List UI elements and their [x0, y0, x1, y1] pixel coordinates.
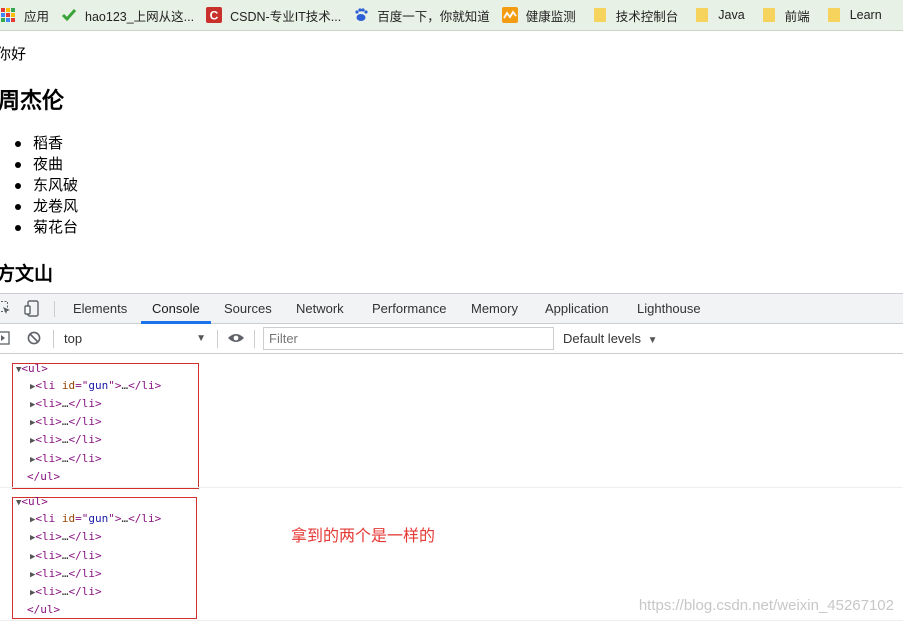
bookmark-baidu[interactable]: 百度一下，你就知道	[347, 0, 496, 30]
bookmark-label: CSDN-专业IT技术...	[230, 9, 342, 24]
tab-network[interactable]: Network	[296, 294, 344, 324]
annotation-text: 拿到的两个是一样的	[291, 526, 436, 545]
toolbar-divider	[53, 330, 54, 348]
toolbar-divider	[54, 301, 55, 317]
li-attr-value: gun	[88, 379, 109, 392]
context-value: top	[64, 331, 83, 346]
song-item: 菊花台	[15, 217, 78, 238]
filter-placeholder: Filter	[269, 331, 298, 346]
song-item: 夜曲	[15, 154, 78, 175]
dropdown-arrow-icon: ▼	[196, 333, 206, 344]
bookmark-label: hao123_上网从这...	[85, 9, 195, 24]
ul-close-tag: /ul	[33, 603, 54, 616]
console-filter-input[interactable]: Filter	[263, 327, 554, 350]
tab-elements[interactable]: Elements	[73, 294, 127, 324]
folder-icon	[592, 7, 608, 23]
ul-close-line: </ul>	[27, 470, 61, 483]
health-icon	[501, 7, 518, 23]
ul-open-line[interactable]: ▼<ul>	[16, 362, 48, 377]
ul-open-line[interactable]: ▼<ul>	[16, 495, 48, 510]
log-levels-label: Default levels	[563, 331, 642, 346]
li-line[interactable]: ▶<li id="gun">…</li>	[30, 512, 161, 527]
bookmark-label: 健康监测	[525, 9, 576, 24]
bookmark-label: 前端	[784, 9, 810, 24]
csdn-icon: C	[206, 7, 223, 23]
song-item: 稻香	[15, 133, 78, 154]
device-toolbar-icon[interactable]	[24, 300, 40, 317]
inspect-element-icon[interactable]	[0, 300, 12, 316]
folder-icon	[826, 7, 842, 23]
dropdown-arrow-icon: ▼	[647, 335, 658, 346]
hao123-icon	[61, 7, 77, 23]
bookmark-label: 技术控制台	[615, 9, 679, 24]
page-content: 你好 周杰伦 稻香 夜曲 东风破 龙卷风 菊花台 方文山	[0, 31, 903, 293]
tab-performance[interactable]: Performance	[372, 294, 446, 324]
bookmark-folder-java[interactable]: Java	[684, 0, 750, 30]
apps-grid-icon	[0, 7, 16, 23]
li-line[interactable]: ▶<li>…</li>	[30, 530, 102, 545]
lyricist-heading: 方文山	[0, 263, 54, 285]
ul-close-tag: /ul	[33, 470, 54, 483]
bookmark-folder-console[interactable]: 技术控制台	[582, 0, 685, 30]
bookmark-label: 应用	[24, 9, 50, 24]
svg-text:C: C	[210, 9, 219, 23]
bookmark-label: Learn	[849, 8, 882, 22]
li-attr-value: gun	[88, 512, 109, 525]
folder-icon	[694, 7, 710, 23]
context-selector[interactable]: top ▼	[64, 324, 206, 353]
bookmark-label: Java	[718, 8, 745, 22]
li-line[interactable]: ▶<li>…</li>	[30, 585, 102, 600]
watermark-text: https://blog.csdn.net/weixin_45267102	[638, 597, 894, 614]
greeting-text: 你好	[0, 45, 27, 63]
toolbar-divider	[254, 330, 255, 348]
log-levels-dropdown[interactable]: Default levels ▼	[563, 324, 658, 353]
devtools-tab-bar: Elements Console Sources Network Perform…	[0, 293, 903, 324]
live-expression-eye-icon[interactable]	[227, 332, 245, 344]
clear-console-icon[interactable]	[27, 331, 41, 345]
song-list: 稻香 夜曲 东风破 龙卷风 菊花台	[15, 133, 78, 238]
console-entry-divider	[0, 620, 903, 621]
li-attr-name: id	[61, 379, 76, 392]
bookmark-folder-frontend[interactable]: 前端	[751, 0, 816, 30]
tab-memory[interactable]: Memory	[471, 294, 518, 324]
bookmark-folder-learn[interactable]: Learn	[816, 0, 888, 30]
song-item: 龙卷风	[15, 196, 78, 217]
li-attr-name: id	[61, 512, 76, 525]
li-line[interactable]: ▶<li id="gun">…</li>	[30, 379, 161, 394]
tab-sources[interactable]: Sources	[224, 294, 272, 324]
tab-lighthouse[interactable]: Lighthouse	[637, 294, 701, 324]
tab-application[interactable]: Application	[545, 294, 609, 324]
console-entry-divider	[0, 487, 903, 488]
bookmark-apps[interactable]: 应用	[0, 0, 55, 30]
bookmark-csdn[interactable]: C CSDN-专业IT技术...	[200, 0, 347, 30]
bookmark-hao123[interactable]: hao123_上网从这...	[55, 0, 200, 30]
li-line[interactable]: ▶<li>…</li>	[30, 549, 102, 564]
folder-icon	[761, 7, 777, 23]
sidebar-toggle-icon[interactable]	[0, 331, 10, 345]
bookmark-health[interactable]: 健康监测	[496, 0, 582, 30]
li-line[interactable]: ▶<li>…</li>	[30, 567, 102, 582]
tab-console[interactable]: Console	[152, 294, 200, 324]
ul-close-line: </ul>	[27, 603, 61, 616]
li-line[interactable]: ▶<li>…</li>	[30, 452, 102, 467]
baidu-icon	[353, 7, 369, 23]
bookmark-label: 百度一下，你就知道	[377, 9, 490, 24]
console-toolbar: top ▼ Filter Default levels ▼	[0, 324, 903, 354]
artist-heading: 周杰伦	[0, 89, 65, 114]
ul-open-tag: ul	[28, 495, 42, 508]
bookmarks-bar: 应用 hao123_上网从这... C CSDN-专业IT技术... 百度一下，…	[0, 0, 903, 31]
ul-open-tag: ul	[28, 362, 42, 375]
song-item: 东风破	[15, 175, 78, 196]
li-line[interactable]: ▶<li>…</li>	[30, 415, 102, 430]
console-output: ▼<ul> ▶<li id="gun">…</li> ▶<li>…</li> ▶…	[0, 354, 903, 626]
li-line[interactable]: ▶<li>…</li>	[30, 433, 102, 448]
li-line[interactable]: ▶<li>…</li>	[30, 397, 102, 412]
toolbar-divider	[217, 330, 218, 348]
